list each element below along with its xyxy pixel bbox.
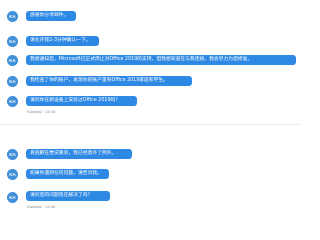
message-bubble: 如果你遇到任何问题，请告诉我。 (26, 169, 109, 179)
message-bubble: 我想通知您，Microsoft已正式停止对Office 2019的支持，但我想知… (26, 55, 296, 65)
sender-name: Kaushal (27, 109, 42, 114)
message-meta: Kaushal · 13:43 (27, 109, 56, 114)
agent-avatar: KA (7, 192, 18, 203)
timestamp: 13:43 (45, 109, 56, 114)
divider (0, 124, 300, 125)
message-bubble: 请允许我2-3分钟确认一下。 (26, 36, 99, 46)
timestamp: 13:46 (45, 204, 56, 209)
agent-avatar: KA (7, 55, 18, 66)
agent-avatar: KA (7, 149, 18, 160)
sender-name: Kaushal (27, 204, 42, 209)
message-bubble: 请问您的问题现在解决了吗？ (26, 191, 110, 201)
message-bubble: 感谢你分享邮件。 (26, 11, 76, 21)
agent-avatar: KA (7, 36, 18, 47)
agent-avatar: KA (7, 169, 18, 180)
message-meta: Kaushal · 13:46 (27, 204, 56, 209)
message-bubble: 真抱歉在尝试重装，我已经意外了例外。 (26, 149, 132, 159)
agent-avatar: KA (7, 11, 18, 22)
message-bubble: 请问你在新设备上安装过Office 2019吗？ (26, 96, 137, 106)
agent-avatar: KA (7, 96, 18, 107)
agent-avatar: KA (7, 76, 18, 87)
message-bubble: 我检查了你的账户，发现你的账户里有Office 2019家庭和学生。 (26, 76, 192, 86)
